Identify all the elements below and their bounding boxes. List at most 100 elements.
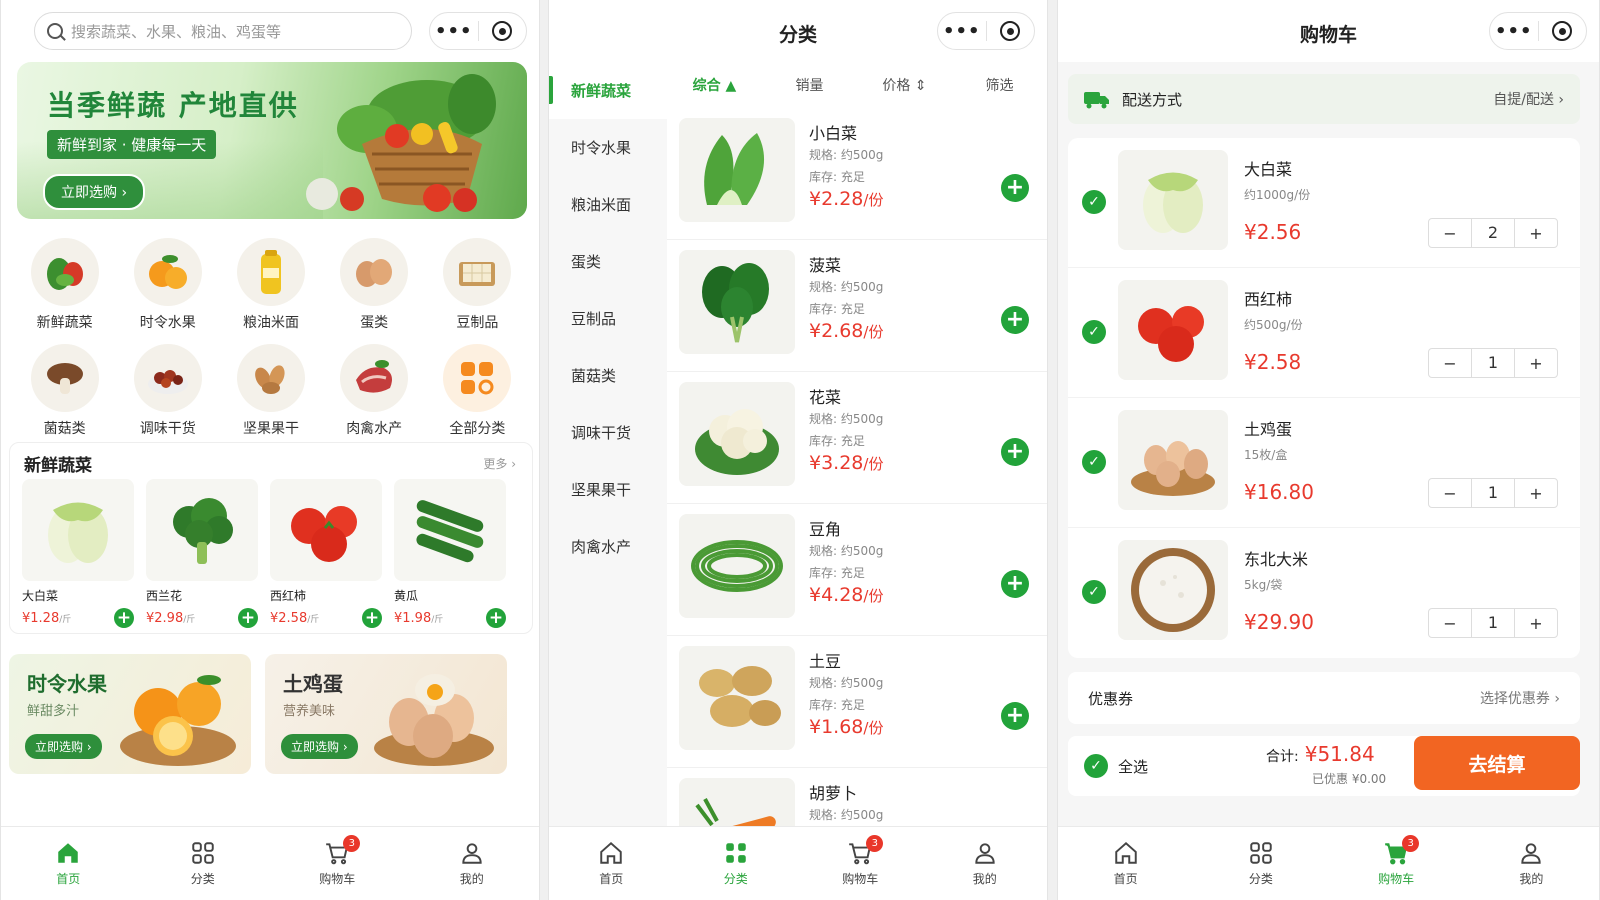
sort-price[interactable]: 价格 ⇕ <box>857 75 952 95</box>
list-item[interactable]: 花菜 规格: 约500g 库存: 充足 ¥3.28/份 + <box>667 372 1047 504</box>
list-item[interactable]: 菠菜 规格: 约500g 库存: 充足 ¥2.68/份 + <box>667 240 1047 372</box>
category-vegetables[interactable]: 新鲜蔬菜 <box>13 238 116 332</box>
sidebar-item[interactable]: 肉禽水产 <box>549 518 667 575</box>
sidebar-item[interactable]: 粮油米面 <box>549 176 667 233</box>
tab-category[interactable]: 分类 <box>136 827 271 900</box>
tab-cart[interactable]: 购物车 3 <box>798 827 923 900</box>
discount-text: 已优惠 ¥0.00 <box>1312 772 1387 786</box>
item-checkbox[interactable]: ✓ <box>1082 190 1106 214</box>
category-mushroom[interactable]: 菌菇类 <box>13 344 116 438</box>
green-beans-icon <box>679 514 795 618</box>
checkout-button[interactable]: 去结算 <box>1414 736 1580 790</box>
sidebar-item[interactable]: 豆制品 <box>549 290 667 347</box>
tab-cart[interactable]: 购物车 3 <box>270 827 405 900</box>
promo-shop-button[interactable]: 立即选购 › <box>25 734 102 759</box>
add-to-cart-button[interactable]: + <box>1001 702 1029 730</box>
sidebar-item[interactable]: 菌菇类 <box>549 347 667 404</box>
category-eggs[interactable]: 蛋类 <box>323 238 426 332</box>
banner-title: 当季鲜蔬 产地直供 <box>47 89 299 122</box>
sort-default[interactable]: 综合 ▲ <box>667 75 762 95</box>
quantity-value[interactable]: 1 <box>1471 608 1515 638</box>
category-meat[interactable]: 肉禽水产 <box>323 344 426 438</box>
filter-button[interactable]: 筛选 <box>952 75 1047 95</box>
sidebar-item[interactable]: 时令水果 <box>549 119 667 176</box>
more-icon[interactable]: ••• <box>938 21 986 42</box>
broccoli-icon <box>146 479 258 581</box>
fresh-vegetables-section: 新鲜蔬菜 更多 › 大白菜 ¥1.28/斤 + 西兰花 ¥2.98/斤 + 西红柿 … <box>9 442 533 634</box>
close-miniprogram-icon[interactable] <box>479 21 527 41</box>
close-miniprogram-icon[interactable] <box>987 21 1035 41</box>
list-item[interactable]: 豆角 规格: 约500g 库存: 充足 ¥4.28/份 + <box>667 504 1047 636</box>
tab-mine[interactable]: 我的 <box>1464 827 1599 900</box>
decrease-button[interactable]: − <box>1429 614 1471 633</box>
add-to-cart-button[interactable]: + <box>362 608 382 628</box>
sidebar-item[interactable]: 蛋类 <box>549 233 667 290</box>
category-fruits[interactable]: 时令水果 <box>116 238 219 332</box>
promo-fruits-card[interactable]: 时令水果 鲜甜多汁 立即选购 › <box>9 654 251 774</box>
product-card[interactable]: 大白菜 ¥1.28/斤 + <box>22 479 134 628</box>
quantity-value[interactable]: 1 <box>1471 478 1515 508</box>
tab-mine[interactable]: 我的 <box>405 827 540 900</box>
item-checkbox[interactable]: ✓ <box>1082 580 1106 604</box>
select-coupon-link[interactable]: 选择优惠券 › <box>1480 688 1560 708</box>
vegetable-basket-icon <box>306 74 496 212</box>
increase-button[interactable]: + <box>1515 224 1557 243</box>
promo-shop-button[interactable]: 立即选购 › <box>281 734 358 759</box>
product-card[interactable]: 黄瓜 ¥1.98/斤 + <box>394 479 506 628</box>
tab-category[interactable]: 分类 <box>674 827 799 900</box>
list-item[interactable]: 胡萝卜 规格: 约500g <box>667 768 1047 826</box>
category-nuts[interactable]: 坚果果干 <box>219 344 322 438</box>
category-tofu[interactable]: 豆制品 <box>426 238 529 332</box>
tab-home[interactable]: 首页 <box>1058 827 1193 900</box>
tab-home[interactable]: 首页 <box>1 827 136 900</box>
product-stock: 库存: 充足 <box>809 302 865 316</box>
more-icon[interactable]: ••• <box>430 21 478 42</box>
select-all-checkbox[interactable]: ✓ <box>1084 754 1108 778</box>
promo-eggs-card[interactable]: 土鸡蛋 营养美味 立即选购 › <box>265 654 507 774</box>
decrease-button[interactable]: − <box>1429 354 1471 373</box>
increase-button[interactable]: + <box>1515 354 1557 373</box>
delivery-value[interactable]: 自提/配送 › <box>1493 89 1564 109</box>
delivery-method-row[interactable]: 配送方式 自提/配送 › <box>1068 74 1580 124</box>
tab-mine[interactable]: 我的 <box>923 827 1048 900</box>
hero-banner[interactable]: 当季鲜蔬 产地直供 新鲜到家 · 健康每一天 立即选购 › <box>17 62 527 219</box>
list-item[interactable]: 土豆 规格: 约500g 库存: 充足 ¥1.68/份 + <box>667 636 1047 768</box>
quantity-value[interactable]: 2 <box>1471 218 1515 248</box>
sort-sales[interactable]: 销量 <box>762 75 857 95</box>
product-card[interactable]: 西兰花 ¥2.98/斤 + <box>146 479 258 628</box>
increase-button[interactable]: + <box>1515 614 1557 633</box>
tab-home[interactable]: 首页 <box>549 827 674 900</box>
add-to-cart-button[interactable]: + <box>114 608 134 628</box>
add-to-cart-button[interactable]: + <box>486 608 506 628</box>
increase-button[interactable]: + <box>1515 484 1557 503</box>
coupon-row[interactable]: 优惠券 选择优惠券 › <box>1068 672 1580 724</box>
add-to-cart-button[interactable]: + <box>1001 306 1029 334</box>
select-all-toggle[interactable]: ✓ 全选 <box>1084 754 1148 778</box>
add-to-cart-button[interactable]: + <box>1001 438 1029 466</box>
sidebar-item[interactable]: 新鲜蔬菜 <box>549 62 667 119</box>
item-checkbox[interactable]: ✓ <box>1082 320 1106 344</box>
category-label: 坚果果干 <box>242 421 299 437</box>
add-to-cart-button[interactable]: + <box>1001 570 1029 598</box>
quantity-value[interactable]: 1 <box>1471 348 1515 378</box>
tab-cart[interactable]: 购物车 3 <box>1329 827 1464 900</box>
list-item[interactable]: 小白菜 规格: 约500g 库存: 充足 ¥2.28/份 + <box>667 108 1047 240</box>
decrease-button[interactable]: − <box>1429 484 1471 503</box>
sidebar-item[interactable]: 调味干货 <box>549 404 667 461</box>
category-dried-goods[interactable]: 调味干货 <box>116 344 219 438</box>
search-input[interactable]: 搜索蔬菜、水果、粮油、鸡蛋等 <box>34 12 412 50</box>
decrease-button[interactable]: − <box>1429 224 1471 243</box>
product-card[interactable]: 西红柿 ¥2.58/斤 + <box>270 479 382 628</box>
more-icon[interactable]: ••• <box>1490 21 1538 42</box>
section-more-link[interactable]: 更多 › <box>483 455 516 472</box>
category-all[interactable]: 全部分类 <box>426 344 529 438</box>
close-miniprogram-icon[interactable] <box>1539 21 1587 41</box>
tab-category[interactable]: 分类 <box>1193 827 1328 900</box>
banner-shop-button[interactable]: 立即选购 › <box>43 174 146 210</box>
category-grain-oil[interactable]: 粮油米面 <box>219 238 322 332</box>
item-checkbox[interactable]: ✓ <box>1082 450 1106 474</box>
add-to-cart-button[interactable]: + <box>1001 174 1029 202</box>
spinach-icon <box>679 250 795 354</box>
add-to-cart-button[interactable]: + <box>238 608 258 628</box>
sidebar-item[interactable]: 坚果果干 <box>549 461 667 518</box>
